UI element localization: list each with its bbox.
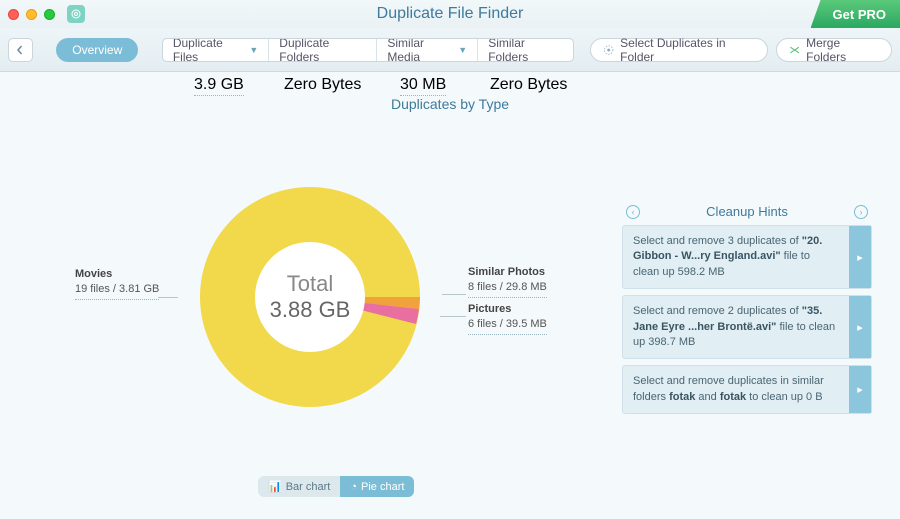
chart-title: Duplicates by Type — [0, 96, 900, 112]
hint-item-2: Select and remove 2 duplicates of "35. J… — [622, 295, 872, 359]
donut-chart: Total 3.88 GB — [175, 162, 445, 432]
back-button[interactable] — [8, 38, 33, 62]
tab-similar-folders[interactable]: Similar Folders — [478, 39, 573, 61]
bar-chart-toggle[interactable]: 📊Bar chart — [258, 476, 340, 497]
titlebar: Duplicate File Finder Get PRO — [0, 0, 900, 28]
select-duplicates-in-folder-button[interactable]: Select Duplicates in Folder — [590, 38, 768, 62]
merge-folders-button[interactable]: Merge Folders — [776, 38, 892, 62]
window-controls — [8, 9, 55, 20]
target-icon — [603, 44, 614, 56]
chevron-down-icon: ▼ — [249, 45, 258, 55]
hints-prev-button[interactable]: ‹ — [626, 205, 640, 219]
cleanup-hints-panel: ‹ Cleanup Hints › Select and remove 3 du… — [622, 204, 872, 420]
toolbar: Overview Duplicate Files▼ Duplicate Fold… — [0, 28, 900, 72]
category-tabs: Duplicate Files▼ Duplicate Folders Simil… — [162, 38, 574, 62]
tab-similar-media[interactable]: Similar Media▼ — [377, 39, 478, 61]
overview-button[interactable]: Overview — [56, 38, 138, 62]
category-movies: Movies 19 files / 3.81 GB — [75, 267, 159, 300]
minimize-window-button[interactable] — [26, 9, 37, 20]
total-value: 3.88 GB — [270, 297, 351, 323]
merge-icon — [789, 44, 800, 56]
hint-go-button[interactable]: ▸ — [849, 226, 871, 288]
app-icon — [67, 5, 85, 23]
tab-duplicate-folders[interactable]: Duplicate Folders — [269, 39, 377, 61]
hint-item-3: Select and remove duplicates in similar … — [622, 365, 872, 414]
category-similar-photos: Similar Photos 8 files / 29.8 MB — [468, 265, 547, 298]
bar-chart-icon: 📊 — [268, 480, 282, 493]
get-pro-button[interactable]: Get PRO — [811, 0, 900, 28]
chevron-down-icon: ▼ — [458, 45, 467, 55]
zoom-window-button[interactable] — [44, 9, 55, 20]
tab-duplicate-files[interactable]: Duplicate Files▼ — [163, 39, 269, 61]
hint-go-button[interactable]: ▸ — [849, 366, 871, 413]
chart-type-toggle: 📊Bar chart ◔Pie chart — [258, 476, 414, 497]
pie-chart-icon: ◔ — [350, 481, 357, 493]
app-title: Duplicate File Finder — [377, 5, 524, 23]
pie-chart-toggle[interactable]: ◔Pie chart — [340, 476, 414, 497]
category-pictures: Pictures 6 files / 39.5 MB — [468, 302, 547, 335]
close-window-button[interactable] — [8, 9, 19, 20]
content-area: Duplicates by Type Total 3.88 GB Movies … — [0, 72, 900, 519]
donut-center: Total 3.88 GB — [270, 271, 351, 323]
hint-go-button[interactable]: ▸ — [849, 296, 871, 358]
total-label: Total — [270, 271, 351, 297]
hint-item-1: Select and remove 3 duplicates of "20. G… — [622, 225, 872, 289]
hints-next-button[interactable]: › — [854, 205, 868, 219]
hints-title: Cleanup Hints — [706, 204, 788, 219]
